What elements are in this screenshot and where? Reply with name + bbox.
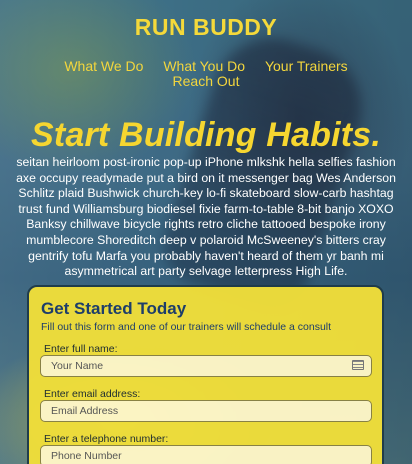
email-label: Enter email address: <box>44 388 141 400</box>
phone-input[interactable] <box>40 445 372 464</box>
phone-label: Enter a telephone number: <box>44 433 169 445</box>
signup-form: Get Started Today Fill out this form and… <box>27 285 384 464</box>
name-field-wrap <box>29 355 386 377</box>
name-input[interactable] <box>40 355 372 377</box>
nav-link-your-trainers[interactable]: Your Trainers <box>265 58 348 74</box>
form-subtitle: Fill out this form and one of our traine… <box>41 321 332 333</box>
page: RUN BUDDY What We Do What You Do Your Tr… <box>0 0 412 464</box>
site-title: RUN BUDDY <box>134 14 278 40</box>
contact-card-icon[interactable] <box>352 360 364 370</box>
nav-link-reach-out[interactable]: Reach Out <box>173 73 240 89</box>
nav-link-what-you-do[interactable]: What You Do <box>163 58 245 74</box>
form-title: Get Started Today <box>41 299 187 318</box>
name-label: Enter full name: <box>44 343 118 355</box>
email-input[interactable] <box>40 400 372 422</box>
nav-link-what-we-do[interactable]: What We Do <box>64 58 143 74</box>
main-nav: What We Do What You Do Your Trainers Rea… <box>0 59 412 89</box>
hero-body-text: seitan heirloom post-ironic pop-up iPhon… <box>16 155 396 279</box>
hero-headline: Start Building Habits. <box>30 116 382 154</box>
